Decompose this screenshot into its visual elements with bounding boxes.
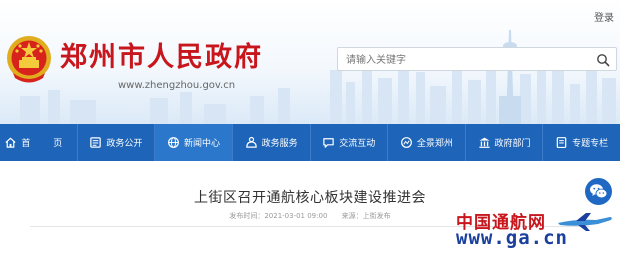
site-title: 郑州市人民政府	[60, 42, 263, 73]
chat-icon	[323, 138, 335, 148]
nav-label: 专题专栏	[572, 139, 609, 149]
nav-label: 首 页	[21, 139, 73, 149]
panorama-icon	[400, 137, 412, 148]
article-title: 上街区召开通航核心板块建设推进会	[194, 190, 426, 206]
publish-time: 发布时间：2021-03-01 09:00	[229, 212, 328, 220]
nav-label: 政务服务	[261, 139, 298, 149]
nav-item-special-topics[interactable]: 专题专栏	[543, 124, 620, 161]
nav-label: 新闻中心	[184, 139, 221, 149]
nav-item-interaction[interactable]: 交流互动	[311, 124, 389, 161]
nav-label: 政务公开	[106, 139, 143, 149]
site-header: 登录 郑州市人民政府 www.zhengzhou.gov.cn	[0, 0, 620, 124]
nav-label: 全景郑州	[416, 139, 453, 149]
topic-icon	[556, 137, 567, 149]
nav-label: 交流互动	[339, 139, 376, 149]
service-icon	[245, 136, 257, 148]
open-affairs-icon	[90, 137, 102, 148]
main-nav: 首 页 政务公开 新闻中心 政务服务 交流互动 全景郑州 政府部门 专题专栏	[0, 124, 620, 161]
search-icon[interactable]	[596, 53, 610, 67]
login-link[interactable]: 登录	[594, 9, 614, 24]
wechat-icon	[590, 184, 608, 199]
article-source: 来源：上街发布	[341, 212, 391, 220]
globe-icon	[168, 137, 179, 148]
home-icon	[5, 137, 16, 148]
nav-item-home[interactable]: 首 页	[0, 124, 78, 161]
wechat-share-button[interactable]	[585, 178, 612, 205]
nav-item-panorama[interactable]: 全景郑州	[388, 124, 466, 161]
site-url: www.zhengzhou.gov.cn	[118, 80, 236, 91]
nav-label: 政府部门	[494, 139, 531, 149]
watermark-url: www.ga.cn	[456, 227, 568, 249]
national-emblem-icon	[7, 36, 51, 83]
nav-item-government-departments[interactable]: 政府部门	[466, 124, 544, 161]
nav-item-government-service[interactable]: 政务服务	[233, 124, 311, 161]
search-box	[337, 47, 617, 72]
government-building-icon	[478, 137, 490, 148]
nav-item-open-affairs[interactable]: 政务公开	[78, 124, 156, 161]
search-input[interactable]	[338, 48, 598, 72]
watermark: 中国通航网 www.ga.cn	[456, 208, 616, 253]
nav-item-news-center[interactable]: 新闻中心	[155, 124, 233, 161]
